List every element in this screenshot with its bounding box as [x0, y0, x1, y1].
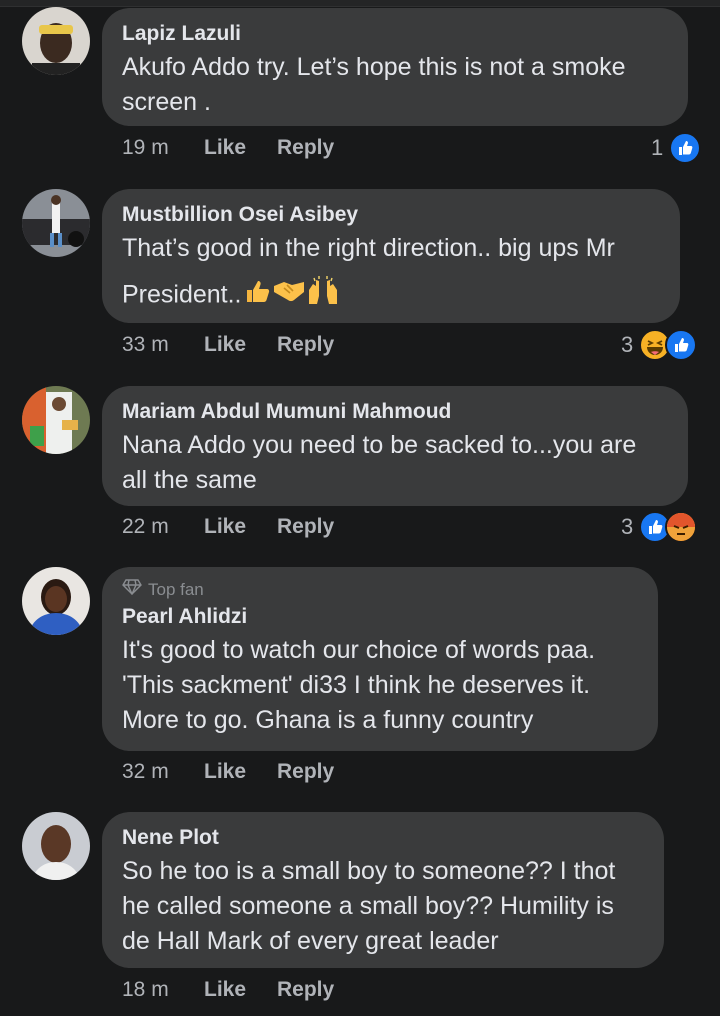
top-divider [0, 0, 720, 7]
reaction-count: 3 [621, 514, 634, 539]
reply-button[interactable]: Reply [277, 136, 334, 160]
timestamp[interactable]: 32 m [122, 760, 204, 784]
reaction-summary[interactable]: 3 [621, 329, 698, 361]
reply-button[interactable]: Reply [277, 333, 334, 357]
comment-actions: 33 m Like Reply [122, 333, 334, 357]
top-fan-badge: Top fan [122, 579, 638, 601]
comment-text-line: all the same [122, 466, 257, 494]
comment-actions: 18 m Like Reply [122, 978, 334, 1002]
raising-hands-emoji [306, 276, 340, 316]
comment-bubble: Lapiz Lazuli Akufo Addo try. Let’s hope … [102, 8, 688, 126]
like-icon [669, 132, 702, 164]
reaction-count: 3 [621, 332, 634, 357]
handshake-emoji [272, 276, 306, 316]
comment-bubble: Nene Plot So he too is a small boy to so… [102, 812, 664, 968]
avatar[interactable] [22, 7, 90, 75]
commenter-name[interactable]: Lapiz Lazuli [122, 20, 668, 48]
comment-bubble: Top fan Pearl Ahlidzi It's good to watch… [102, 567, 658, 751]
comment-text-line: President.. [122, 276, 660, 316]
timestamp[interactable]: 33 m [122, 333, 204, 357]
comment-text-line: That’s good in the right direction.. big… [122, 234, 615, 262]
comment-text-line: More to go. Ghana is a funny country [122, 706, 534, 734]
comment-actions: 19 m Like Reply [122, 136, 334, 160]
angry-icon [665, 511, 698, 543]
comment-bubble: Mustbillion Osei Asibey That’s good in t… [102, 189, 680, 323]
comment-actions: 32 m Like Reply [122, 760, 334, 784]
like-button[interactable]: Like [204, 978, 277, 1002]
comment-text-line: de Hall Mark of every great leader [122, 927, 499, 955]
avatar[interactable] [22, 189, 90, 257]
commenter-name[interactable]: Nene Plot [122, 824, 644, 852]
avatar[interactable] [22, 386, 90, 454]
comment-text-line: So he too is a small boy to someone?? I … [122, 857, 616, 885]
comment-text-line: Akufo Addo try. Let’s hope this is not a… [122, 53, 626, 81]
like-button[interactable]: Like [204, 136, 277, 160]
timestamp[interactable]: 19 m [122, 136, 204, 160]
reply-button[interactable]: Reply [277, 978, 334, 1002]
comment-actions: 22 m Like Reply [122, 515, 334, 539]
thumbs-up-emoji [242, 276, 272, 316]
timestamp[interactable]: 22 m [122, 515, 204, 539]
reaction-summary[interactable]: 3 [621, 511, 698, 543]
comment-text-line: It's good to watch our choice of words p… [122, 636, 596, 664]
like-button[interactable]: Like [204, 515, 277, 539]
comment-text-line: screen . [122, 88, 211, 116]
comment-text-fragment: President.. [122, 280, 242, 309]
timestamp[interactable]: 18 m [122, 978, 204, 1002]
like-icon [665, 329, 698, 361]
avatar[interactable] [22, 812, 90, 880]
comment-bubble: Mariam Abdul Mumuni Mahmoud Nana Addo yo… [102, 386, 688, 506]
top-fan-label: Top fan [148, 580, 204, 599]
commenter-name[interactable]: Mariam Abdul Mumuni Mahmoud [122, 398, 668, 426]
comment-text-line: he called someone a small boy?? Humility… [122, 892, 614, 920]
comment-text-line: Nana Addo you need to be sacked to...you… [122, 431, 637, 459]
commenter-name[interactable]: Mustbillion Osei Asibey [122, 201, 660, 229]
reply-button[interactable]: Reply [277, 760, 334, 784]
comment-text-line: 'This sackment' di33 I think he deserves… [122, 671, 591, 699]
like-button[interactable]: Like [204, 333, 277, 357]
reply-button[interactable]: Reply [277, 515, 334, 539]
commenter-name[interactable]: Pearl Ahlidzi [122, 603, 638, 631]
diamond-icon [122, 579, 142, 601]
reaction-summary[interactable]: 1 [651, 132, 702, 164]
reaction-count: 1 [651, 135, 664, 160]
like-button[interactable]: Like [204, 760, 277, 784]
avatar[interactable] [22, 567, 90, 635]
